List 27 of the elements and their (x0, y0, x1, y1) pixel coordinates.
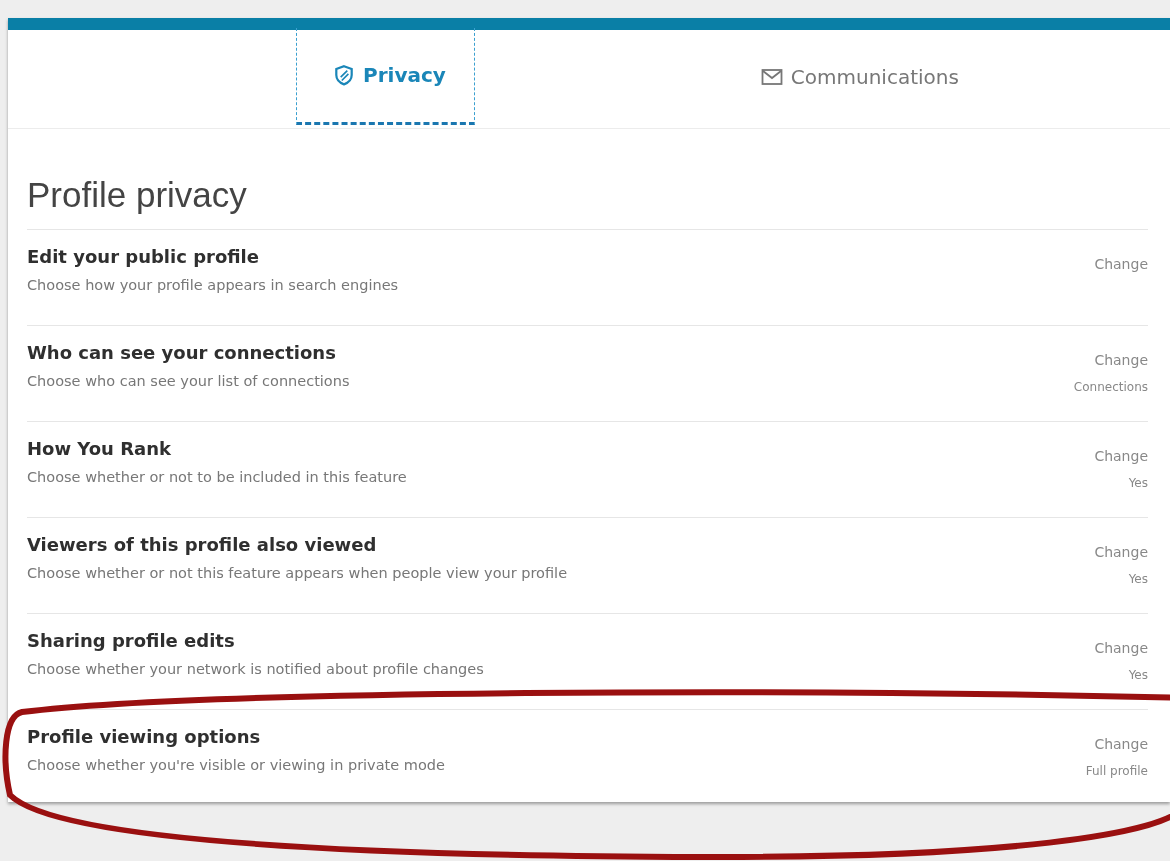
setting-description: Choose how your profile appears in search engines (27, 277, 399, 293)
setting-value: Yes (1128, 572, 1148, 586)
change-link[interactable]: Change (1094, 544, 1148, 560)
setting-title: Profile viewing options (27, 726, 262, 747)
setting-value: Full profile (1085, 764, 1148, 778)
setting-description: Choose whether or not to be included in this feature (27, 469, 407, 485)
setting-title: Viewers of this profile also viewed (27, 534, 378, 555)
setting-value: Yes (1128, 668, 1148, 682)
setting-description: Choose who can see your list of connections (27, 373, 350, 389)
setting-value: Yes (1128, 476, 1148, 490)
setting-description: Choose whether your network is notified about profile changes (27, 661, 484, 677)
change-link[interactable]: Change (1094, 640, 1148, 656)
change-link[interactable]: Change (1094, 352, 1148, 368)
setting-title: Edit your public profile (27, 246, 260, 267)
setting-description: Choose whether or not this feature appears when people view your profile (27, 565, 568, 581)
setting-title: How You Rank (27, 438, 172, 459)
change-link[interactable]: Change (1094, 448, 1148, 464)
setting-value: Connections (1073, 380, 1148, 394)
setting-title: Who can see your connections (27, 342, 337, 363)
shield-icon (333, 64, 355, 86)
change-link[interactable]: Change (1094, 256, 1148, 272)
setting-description: Choose whether you're visible or viewing in private mode (27, 757, 445, 773)
change-link[interactable]: Change (1094, 736, 1148, 752)
section-heading: Profile privacy (27, 129, 1148, 230)
tab[interactable]: Communications (724, 28, 987, 125)
tab[interactable]: Privacy (296, 28, 475, 125)
setting-title: Sharing profile edits (27, 630, 236, 651)
